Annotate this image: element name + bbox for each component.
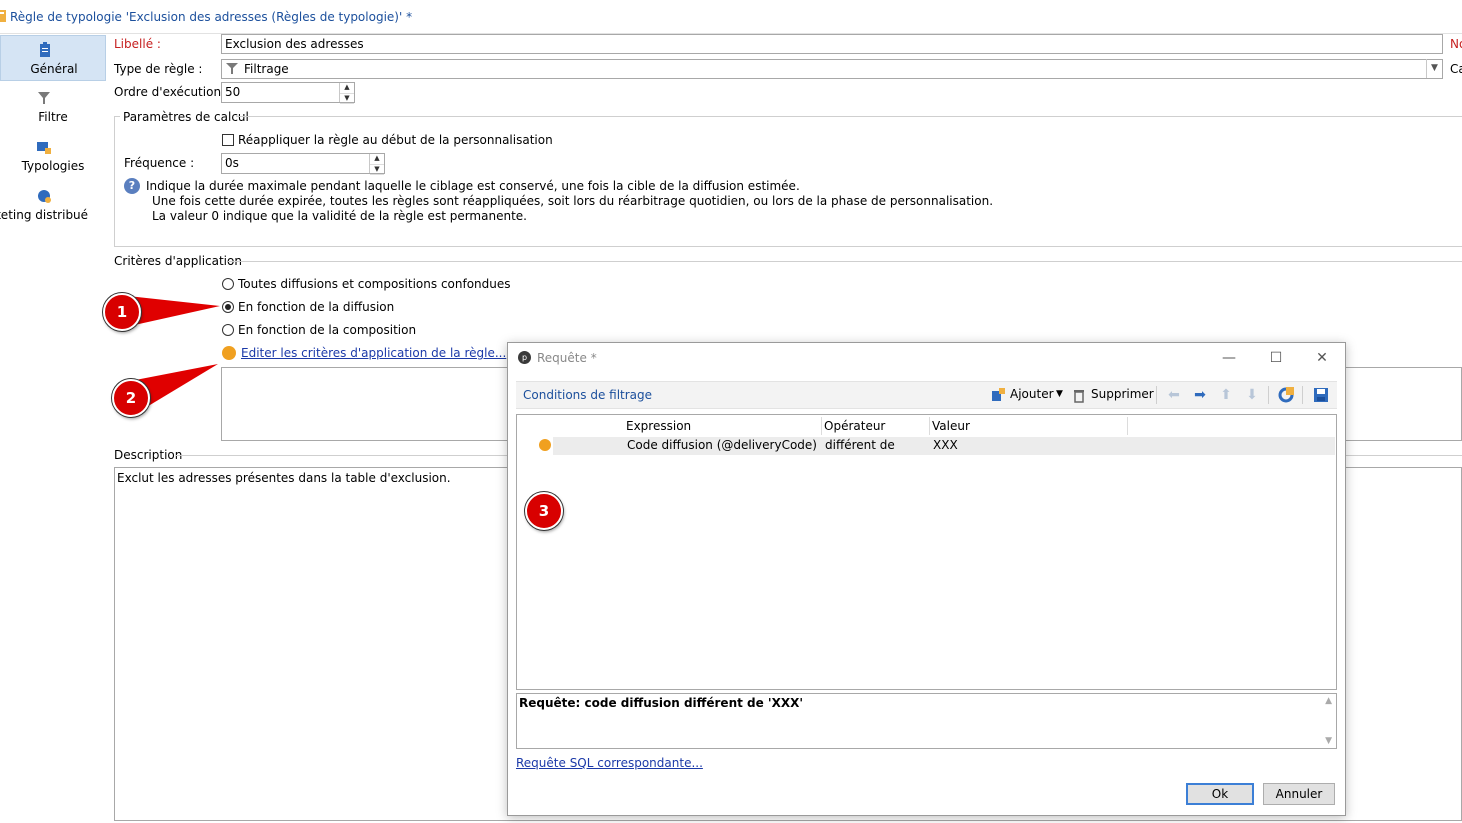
general-icon: [40, 42, 50, 57]
frequency-stepper[interactable]: ▲ ▼: [369, 154, 384, 175]
info-text-line1: Indique la durée maximale pendant laquel…: [146, 179, 800, 193]
info-text-line3: La valeur 0 indique que la validité de l…: [152, 209, 527, 223]
libelle-label: Libellé :: [114, 37, 161, 51]
distributed-marketing-icon: [38, 190, 51, 203]
exec-order-stepper[interactable]: ▲ ▼: [339, 83, 354, 104]
calc-group-border: [114, 116, 115, 246]
arrow-up-icon[interactable]: ⬆: [1218, 387, 1234, 403]
window-title-bar: Règle de typologie 'Exclusion des adress…: [0, 0, 1462, 34]
calc-group-line: [236, 116, 1462, 117]
radio-all-deliveries-label: Toutes diffusions et compositions confon…: [238, 277, 511, 291]
arrow-left-icon[interactable]: ⬅: [1166, 387, 1182, 403]
frequency-label: Fréquence :: [124, 156, 195, 170]
criteria-group-title: Critères d'application: [114, 254, 242, 268]
minimize-icon[interactable]: —: [1214, 348, 1244, 368]
rule-type-select[interactable]: Filtrage: [221, 59, 1443, 79]
column-header-expression[interactable]: Expression: [624, 417, 822, 435]
nav-item-typologies[interactable]: Typologies: [0, 133, 106, 179]
nav-item-filter[interactable]: Filtre: [0, 84, 106, 130]
arrow-down-icon[interactable]: ⬇: [1244, 387, 1260, 403]
arrow-right-icon[interactable]: ➡: [1192, 387, 1208, 403]
filter-icon: [226, 63, 238, 74]
add-dropdown-chevron-icon[interactable]: ▼: [1056, 389, 1063, 399]
dialog-title-bar: p Requête * — ☐ ✕: [508, 343, 1345, 373]
toolbar-separator: [1156, 386, 1157, 404]
info-icon: ?: [124, 178, 140, 194]
reapply-label: Réappliquer la règle au début de la pers…: [238, 133, 553, 147]
scroll-up-icon[interactable]: ▲: [1325, 696, 1332, 706]
typologies-icon: [37, 142, 51, 154]
description-text: Exclut les adresses présentes dans la ta…: [117, 471, 451, 485]
calc-group-line: [114, 246, 1462, 247]
callout-3: 3: [525, 492, 563, 530]
row-value: XXX: [933, 438, 958, 452]
filter-toolbar: Conditions de filtrage Ajouter ▼ Supprim…: [516, 381, 1337, 409]
condition-dot-icon: [539, 439, 551, 451]
sql-query-link[interactable]: Requête SQL correspondante...: [516, 756, 703, 770]
nav-item-label: Typologies: [21, 159, 85, 173]
nav-item-general[interactable]: Général: [0, 35, 106, 81]
description-label: Description: [114, 448, 183, 462]
ok-button[interactable]: Ok: [1186, 783, 1254, 805]
calc-group-title: Paramètres de calcul: [123, 110, 249, 124]
exec-order-label: Ordre d'exécution :: [114, 85, 229, 99]
reapply-checkbox[interactable]: [222, 134, 234, 146]
criteria-group-line: [228, 261, 1462, 262]
toolbar-separator: [1302, 386, 1303, 404]
chevron-down-icon[interactable]: ▼: [1426, 59, 1442, 78]
radio-by-composition[interactable]: [222, 324, 234, 336]
trash-icon[interactable]: [1071, 387, 1087, 403]
left-nav: Général Filtre Typologies arketing distr…: [0, 34, 106, 254]
condition-dot-icon: [222, 346, 236, 360]
radio-all-deliveries[interactable]: [222, 278, 234, 290]
query-summary: Requête: code diffusion différent de 'XX…: [516, 693, 1337, 749]
radio-by-composition-label: En fonction de la composition: [238, 323, 417, 337]
cancel-button[interactable]: Annuler: [1263, 783, 1335, 805]
window-title: Règle de typologie 'Exclusion des adress…: [10, 10, 413, 24]
typology-rule-icon: [0, 10, 6, 22]
radio-by-delivery-label: En fonction de la diffusion: [238, 300, 395, 314]
conditions-grid: Expression Opérateur Valeur Code diffusi…: [516, 414, 1337, 690]
callout-2: 2: [112, 379, 150, 417]
app-logo-icon: p: [518, 351, 531, 364]
callout-1: 1: [103, 293, 141, 331]
edit-criteria-link[interactable]: Editer les critères d'application de la …: [241, 346, 506, 360]
scroll-down-icon[interactable]: ▼: [1325, 736, 1332, 746]
right-cut-label-1: No: [1450, 37, 1462, 51]
filter-icon: [38, 92, 50, 104]
info-text-line2: Une fois cette durée expirée, toutes les…: [152, 194, 994, 208]
refresh-icon[interactable]: [1278, 387, 1294, 403]
filter-conditions-title: Conditions de filtrage: [523, 388, 653, 402]
row-operator: différent de: [825, 438, 895, 452]
nav-item-label: Général: [30, 62, 78, 76]
libelle-input[interactable]: Exclusion des adresses: [221, 34, 1443, 54]
column-header-operator[interactable]: Opérateur: [822, 417, 930, 435]
delete-button[interactable]: Supprimer: [1091, 387, 1154, 401]
query-dialog: p Requête * — ☐ ✕ Conditions de filtrage…: [507, 342, 1346, 816]
row-expression: Code diffusion (@deliveryCode): [627, 438, 817, 452]
callout-1-pointer: [128, 296, 220, 326]
add-condition-icon[interactable]: [990, 387, 1006, 403]
nav-item-distributed-marketing[interactable]: arketing distribué: [0, 182, 106, 228]
dialog-title: Requête *: [537, 351, 597, 365]
save-icon[interactable]: [1313, 387, 1329, 403]
right-cut-label-2: Ca: [1450, 62, 1462, 76]
query-summary-text: Requête: code diffusion différent de 'XX…: [519, 696, 804, 710]
radio-by-delivery[interactable]: [222, 301, 234, 313]
rule-type-label: Type de règle :: [114, 62, 203, 76]
add-button[interactable]: Ajouter: [1010, 387, 1054, 401]
toolbar-separator: [1268, 386, 1269, 404]
rule-type-value: Filtrage: [244, 62, 289, 76]
table-row[interactable]: Code diffusion (@deliveryCode) différent…: [553, 437, 1335, 455]
column-header-value[interactable]: Valeur: [930, 417, 1128, 435]
frequency-input[interactable]: 0s: [221, 153, 385, 174]
nav-item-label: arketing distribué: [0, 208, 89, 222]
maximize-icon[interactable]: ☐: [1261, 348, 1291, 368]
nav-item-label: Filtre: [38, 110, 68, 124]
close-icon[interactable]: ✕: [1307, 348, 1337, 368]
exec-order-input[interactable]: 50: [221, 82, 355, 103]
